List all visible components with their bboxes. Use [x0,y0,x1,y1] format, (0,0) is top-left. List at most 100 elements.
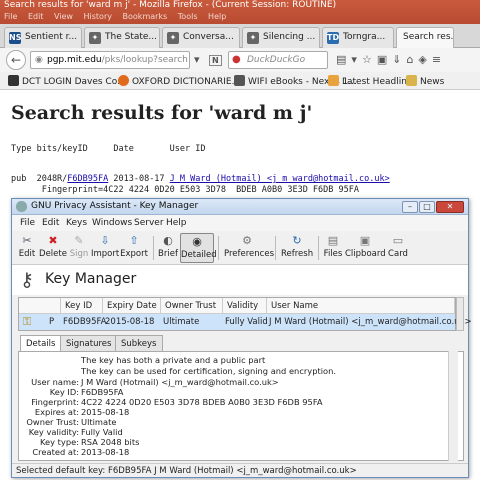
tab-torngra[interactable]: TD Torngra... [322,27,394,48]
shield-icon[interactable]: ◈ [418,53,431,66]
detailed-button[interactable]: ◉ Detailed [180,233,217,263]
gpa-menu-help[interactable]: Help [166,218,187,228]
bookmark-n-icon[interactable]: N [209,55,222,66]
gpa-menu-edit[interactable]: Edit [42,218,59,228]
bookmark-dct-login[interactable]: DCT LOGIN Daves Co... [8,75,126,87]
table-row[interactable]: ⚿ P F6DB95FA 2015-08-18 Ultimate Fully V… [19,314,472,330]
toolbar-icons: ▤▾☆▣⇓⌂◈≡ [336,53,446,66]
export-icon: ⇧ [129,234,139,247]
bookmark-oxford[interactable]: OXFORD DICTIONARIE... [118,75,240,87]
import-button[interactable]: ⇩ Import [91,233,119,263]
url-domain: pgp.mit.edu [47,55,102,65]
dropdown-icon[interactable]: ▾ [194,53,200,66]
brief-button[interactable]: ◐ Brief [157,233,179,263]
column-header-type[interactable] [19,298,61,314]
refresh-icon: ↻ [292,234,302,247]
files-button[interactable]: ▤ Files [323,233,343,263]
star-icon[interactable]: ☆ [362,53,377,66]
back-button[interactable]: ← [6,50,26,70]
page-heading: Search results for 'ward m j' [11,102,313,124]
key-list: Key ID Expiry Date Owner Trust Validity … [18,297,472,331]
menu-view[interactable]: View [54,12,73,21]
brief-icon: ◐ [163,234,173,247]
clipboard-button[interactable]: ▣ Clipboard [345,233,386,263]
tab-sentient[interactable]: NS Sentient r... [4,27,82,48]
fingerprint-line: Fingerprint=4C22 4224 0D20 E503 3D78 BDE… [11,185,359,195]
download-icon[interactable]: ⇓ [392,53,406,66]
menu-bookmarks[interactable]: Bookmarks [123,12,168,21]
menu-file[interactable]: File [4,12,17,21]
tab-conversa[interactable]: ✦ Conversa... [162,27,240,48]
wolf-favicon-icon: ✦ [167,32,179,44]
menu-edit[interactable]: Edit [28,12,44,21]
navigation-bar: ← ◉ pgp.mit.edu/pks/lookup?search ▾ N ↻ … [0,48,480,72]
menu-help[interactable]: Help [208,12,226,21]
preferences-button[interactable]: ⚙ Preferences [224,233,274,263]
column-header-validity[interactable]: Validity [223,298,267,314]
label-expires-at: Expires at: [34,407,79,417]
ns-favicon-icon: NS [9,32,22,44]
value-key-validity: Fully Valid [81,427,123,437]
column-header-expiry[interactable]: Expiry Date [103,298,161,314]
browser-title: Search results for 'ward m j' - Mozilla … [4,0,337,10]
notes-icon[interactable]: ▤ [336,53,351,66]
user-id-link[interactable]: J M Ward (Hotmail) <j_m_ward@hotmail.co.… [170,174,390,184]
key-list-scrollbar[interactable] [456,297,464,331]
delete-button[interactable]: ✖ Delete [39,233,67,263]
tab-search-results[interactable]: Search res... [396,27,454,48]
export-button[interactable]: ⇧ Export [120,233,148,263]
url-path: /pks/lookup?search [101,55,188,65]
key-id: F6DB95FA [63,317,107,327]
refresh-button[interactable]: ↻ Refresh [281,233,313,263]
column-header-user-name[interactable]: User Name [267,298,455,314]
value-key-type: RSA 2048 bits [81,437,140,447]
url-bar[interactable]: ◉ pgp.mit.edu/pks/lookup?search [30,51,190,69]
tab-details[interactable]: Details [20,335,62,351]
card-icon: ▭ [392,234,404,247]
results-column-header: Type bits/keyID Date User ID [11,144,206,154]
minimize-button[interactable]: – [402,201,418,213]
column-header-owner-trust[interactable]: Owner Trust [161,298,223,314]
expiry-date: 2015-08-18 [105,317,155,327]
delete-icon: ✖ [48,234,58,247]
tab-the-state[interactable]: ✦ The State... [84,27,160,48]
gpa-menu-server[interactable]: Server [134,218,164,228]
bookmark-latest-headlines[interactable]: Latest Headlines [328,75,417,87]
gpa-menu-keys[interactable]: Keys [66,218,87,228]
tab-subkeys[interactable]: Subkeys [115,335,163,351]
search-bar[interactable]: ● DuckDuckGo [228,51,328,69]
bookmark-news[interactable]: News [406,75,444,87]
menu-tools[interactable]: Tools [178,12,198,21]
key-manager-header: ⚷ Key Manager [12,265,468,295]
hamburger-menu-icon[interactable]: ≡ [432,53,446,66]
label-created-at: Created at: [32,447,79,457]
toolbar-label: Export [120,249,148,259]
toolbar-label: Clipboard [345,249,386,259]
gpa-title: GNU Privacy Assistant - Key Manager [31,201,199,211]
card-button[interactable]: ▭ Card [387,233,409,263]
dropdown-icon[interactable]: ▾ [351,53,362,66]
details-scrollbar[interactable] [448,351,458,461]
clipboard-icon[interactable]: ▣ [377,53,392,66]
tab-signatures[interactable]: Signatures [60,335,118,351]
home-icon[interactable]: ⌂ [406,53,418,66]
td-favicon-icon: TD [327,32,340,44]
toolbar-label: Import [91,249,120,259]
search-placeholder: DuckDuckGo [247,55,306,65]
browser-title-bar: Search results for 'ward m j' - Mozilla … [0,0,480,24]
menu-history[interactable]: History [84,12,112,21]
rss-icon [328,75,339,86]
gpa-menu-windows[interactable]: Windows [92,218,132,228]
gpa-window: GNU Privacy Assistant - Key Manager – □ … [11,198,472,478]
gpa-menu-file[interactable]: File [20,218,35,228]
tab-silencing[interactable]: ✦ Silencing ... [242,27,320,48]
maximize-button[interactable]: □ [419,201,435,213]
close-button[interactable]: ✕ [436,201,464,213]
column-header-key-id[interactable]: Key ID [61,298,103,314]
toolbar-label: Card [388,249,408,259]
keyid-link[interactable]: F6DB95FA [67,174,108,184]
sign-button[interactable]: ✎ Sign [69,233,89,263]
label-user-name: User name: [31,377,79,387]
edit-button[interactable]: ✂ Edit [16,233,38,263]
gpa-title-bar: GNU Privacy Assistant - Key Manager – □ … [12,199,468,215]
